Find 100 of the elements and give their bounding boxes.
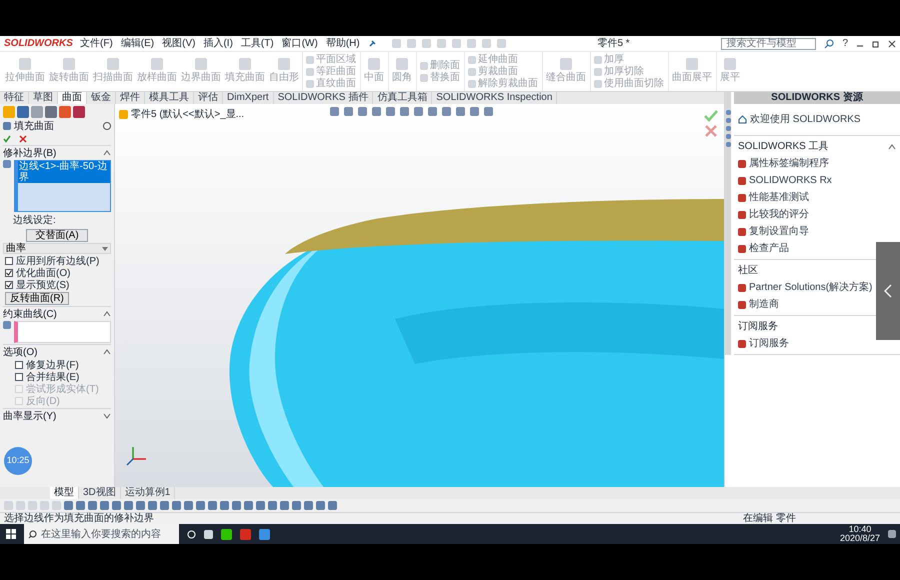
display-tab-icon: [59, 106, 71, 118]
alternate-face-button[interactable]: 交替面(A): [26, 229, 88, 242]
tool-icon: [738, 176, 746, 184]
checkbox-label: 优化曲面(O): [16, 266, 70, 280]
resource-link[interactable]: 比较我的评分: [749, 207, 809, 222]
search-placeholder: 在这里输入你要搜索的内容: [41, 528, 161, 542]
section-header: SOLIDWORKS 工具: [738, 140, 829, 154]
task-pane-header: SOLIDWORKS 资源: [734, 92, 900, 104]
surface-tool-icon: [368, 58, 380, 70]
chevron-up-icon[interactable]: [103, 150, 111, 156]
checkbox[interactable]: [5, 281, 13, 289]
surface-tool-icon: [278, 58, 290, 70]
dropdown-arrow-icon: [102, 246, 108, 250]
collapse-handle[interactable]: [876, 242, 900, 340]
tool-icon: [738, 244, 746, 252]
edge-selection-icon: [3, 160, 11, 168]
resource-link[interactable]: SOLIDWORKS Rx: [749, 173, 832, 188]
surface-tool-icon: [195, 58, 207, 70]
tool-icon: [738, 284, 746, 292]
menu-item[interactable]: 文件(F): [80, 36, 113, 51]
app-icon: [240, 528, 251, 540]
cancel-icon[interactable]: [19, 134, 27, 142]
tool-icon: [738, 160, 746, 168]
checkbox[interactable]: [15, 361, 23, 369]
breadcrumb[interactable]: 零件5 (默认<<默认>_显...: [131, 107, 244, 122]
browser-icon: [259, 528, 270, 540]
search-icon[interactable]: [824, 38, 834, 48]
section-header: 约束曲线(C): [3, 308, 57, 322]
search-field[interactable]: 搜索文件与模型: [721, 38, 816, 50]
model-tab[interactable]: 模型: [50, 487, 79, 499]
command-tab[interactable]: 曲面: [58, 92, 87, 104]
axis-triad-icon: [125, 445, 147, 467]
section-header: 曲率显示(Y): [3, 410, 56, 424]
surface-tool-icon: [724, 58, 736, 70]
menu-item[interactable]: 工具(T): [240, 36, 274, 51]
dimxpert-tab-icon: [45, 106, 57, 118]
checkbox-label: 修复边界(F): [26, 358, 79, 372]
fill-surface-icon: [3, 122, 11, 130]
selection-item[interactable]: 边线<1>-曲率-50-边界: [18, 161, 110, 183]
part-icon: [119, 110, 128, 119]
cortana-icon[interactable]: [187, 530, 196, 538]
status-message: 选择边线作为填充曲面的修补边界: [4, 512, 154, 524]
resource-link[interactable]: 订阅服务: [749, 336, 789, 351]
welcome-link[interactable]: 欢迎使用 SOLIDWORKS: [750, 112, 861, 127]
help-button[interactable]: ?: [842, 36, 848, 51]
restore-icon[interactable]: [872, 40, 880, 48]
surface-tool-icon: [686, 58, 698, 70]
dropdown[interactable]: 曲率: [3, 243, 111, 254]
ok-icon[interactable]: [3, 134, 11, 142]
help-icon[interactable]: [103, 122, 111, 130]
panel-title: 填充曲面: [14, 120, 54, 134]
chevron-up-icon[interactable]: [103, 311, 111, 317]
tool-icon: [738, 210, 746, 218]
pin-icon[interactable]: [368, 40, 376, 48]
surface-tool-icon: [107, 58, 119, 70]
surface-tool-icon: [151, 58, 163, 70]
graphics-area[interactable]: 零件5 (默认<<默认>_显...: [115, 104, 724, 487]
windows-start-icon[interactable]: [6, 529, 16, 539]
menu-item[interactable]: 帮助(H): [326, 36, 360, 51]
chevron-up-icon[interactable]: [888, 144, 896, 150]
checkbox[interactable]: [5, 257, 13, 265]
menu-item[interactable]: 插入(I): [203, 36, 233, 51]
task-view-icon: [204, 530, 213, 538]
checkbox-label: 尝试形成实体(T): [26, 382, 99, 396]
resource-link[interactable]: Partner Solutions(解决方案): [749, 280, 872, 295]
recorder-badge: 10:25: [4, 447, 32, 475]
chevron-down-icon[interactable]: [103, 413, 111, 419]
chevron-left-icon: [884, 284, 892, 298]
surface-tool-icon: [560, 58, 572, 70]
settings-label: 边线设定:: [12, 214, 57, 228]
resource-link[interactable]: 属性标签编制程序: [749, 156, 829, 171]
menu-item[interactable]: 编辑(E): [120, 36, 154, 51]
section-header: 订阅服务: [738, 320, 778, 334]
menu-item[interactable]: 窗口(W): [282, 36, 318, 51]
reverse-surface-button[interactable]: 反转曲面(R): [5, 292, 69, 305]
taskbar-search-field[interactable]: 在这里输入你要搜索的内容: [24, 524, 179, 544]
document-title: 零件5 *: [597, 37, 630, 51]
checkbox[interactable]: [5, 269, 13, 277]
surface-tool-icon: [63, 58, 75, 70]
tool-icon: [738, 228, 746, 236]
section-header: 修补边界(B): [3, 146, 56, 160]
selection-list[interactable]: [14, 321, 111, 343]
configuration-tab-icon: [31, 106, 43, 118]
clock-time: 10:40: [848, 525, 872, 534]
curve-selection-icon: [3, 321, 11, 329]
menu-item[interactable]: 视图(V): [162, 36, 196, 51]
resource-link[interactable]: 复制设置向导: [749, 224, 809, 239]
checkbox[interactable]: [15, 373, 23, 381]
feature-manager-tab-icon: [3, 106, 15, 118]
resource-link[interactable]: 性能基准测试: [749, 190, 809, 205]
chevron-up-icon[interactable]: [103, 349, 111, 355]
checkbox-label: 显示预览(S): [16, 278, 70, 292]
appearance-tab-icon: [73, 106, 85, 118]
close-icon[interactable]: [888, 40, 896, 48]
resource-link[interactable]: 制造商: [749, 297, 779, 312]
tool-icon: [738, 300, 746, 308]
selection-list[interactable]: 边线<1>-曲率-50-边界: [14, 160, 111, 212]
surface-tool-icon: [19, 58, 31, 70]
resource-link[interactable]: 检查产品: [749, 241, 789, 256]
app-logo: SOLIDWORKS: [4, 37, 72, 51]
